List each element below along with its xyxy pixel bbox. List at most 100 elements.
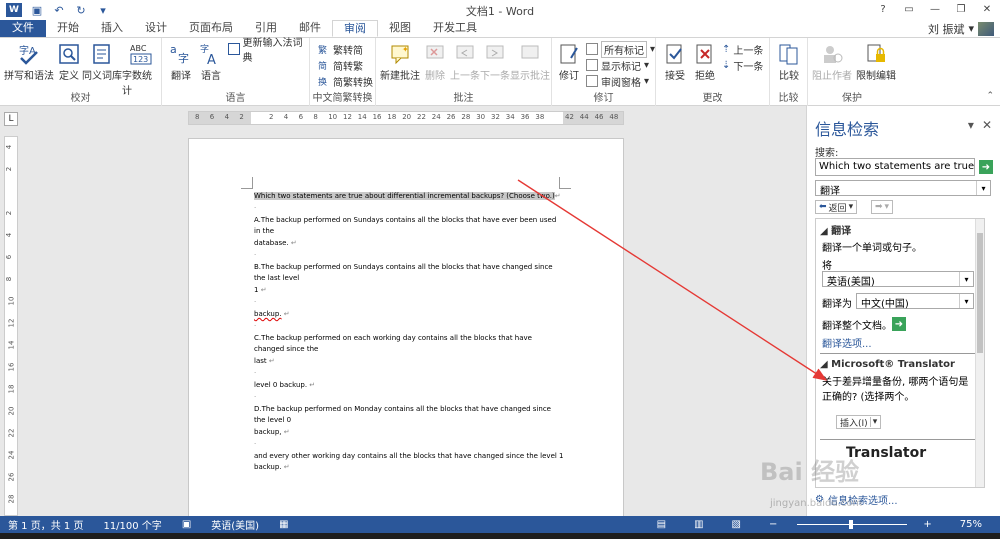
search-go-button[interactable]: ➜: [979, 160, 993, 174]
prev-comment-button[interactable]: 上一条: [450, 41, 480, 82]
minimize-icon[interactable]: —: [922, 0, 948, 18]
vruler-tick-label: 16: [7, 362, 16, 372]
tab-design[interactable]: 设计: [134, 20, 178, 37]
page-count[interactable]: 第 1 页，共 1 页: [8, 517, 83, 532]
web-layout-icon[interactable]: ▧: [732, 519, 741, 530]
svg-text:字: 字: [178, 51, 189, 65]
vruler-tick-label: 6: [5, 254, 14, 260]
status-language[interactable]: 英语(美国): [211, 517, 259, 532]
tab-insert[interactable]: 插入: [90, 20, 134, 37]
ribbon: 字A 拼写和语法 定义 同义词库 ABC 123 字数统计 校对 a字 翻译 字A…: [0, 37, 1000, 106]
markup-dropdown[interactable]: 所有标记 ▾: [586, 40, 655, 58]
zoom-level[interactable]: 75%: [960, 519, 982, 530]
from-language-select[interactable]: 英语(美国) ▾: [822, 271, 974, 288]
translation-result: 关于差异增量备份, 哪两个语句是正确的? (选择两个。: [822, 377, 969, 403]
pane-close-icon[interactable]: ✕: [982, 118, 992, 132]
accept-button[interactable]: 接受: [662, 41, 688, 82]
ruler-tick-label: 8: [313, 113, 318, 121]
svg-text:✦: ✦: [402, 45, 409, 54]
define-button[interactable]: 定义: [56, 41, 82, 82]
delete-comment-button[interactable]: 删除: [422, 41, 448, 82]
chevron-down-icon: ▾: [644, 75, 650, 87]
search-input[interactable]: Which two statements are true abo: [815, 158, 975, 176]
group-comments: ✦ 新建批注 删除 上一条 下一条 显示批注 批注: [376, 38, 552, 106]
restrict-editing-button[interactable]: 限制编辑: [856, 41, 896, 82]
help-icon[interactable]: ?: [870, 0, 896, 18]
reject-button[interactable]: 拒绝: [692, 41, 718, 82]
macro-record-icon[interactable]: ▦: [279, 519, 288, 530]
document-page[interactable]: Which two statements are true about diff…: [188, 138, 624, 516]
chevron-down-icon: ▾: [869, 417, 877, 427]
block-authors-button[interactable]: 阻止作者: [812, 41, 852, 82]
scrollbar-thumb[interactable]: [977, 233, 983, 353]
back-button[interactable]: ⬅ 返回 ▾: [815, 200, 858, 214]
proofing-status-icon[interactable]: ▣: [182, 519, 191, 530]
tab-file[interactable]: 文件: [0, 20, 46, 37]
vruler-tick-label: 10: [7, 296, 16, 306]
restore-icon[interactable]: ❐: [948, 0, 974, 18]
close-icon[interactable]: ✕: [974, 0, 1000, 18]
horizontal-ruler[interactable]: 8 6 4 2 2 4 6 8 10 12 14 16 18 20 22 24 26 28 30 32 34 36 38 42…: [188, 111, 624, 125]
show-markup-button[interactable]: 显示标记 ▾: [586, 58, 649, 73]
chevron-down-icon: ▾: [848, 202, 854, 212]
word-count[interactable]: 11/100 个字: [103, 517, 161, 532]
zoom-slider[interactable]: [797, 520, 908, 529]
service-select[interactable]: 翻译 ▾: [815, 180, 991, 197]
tab-home[interactable]: 开始: [46, 20, 90, 37]
translate-button[interactable]: a字 翻译: [168, 41, 194, 82]
show-comments-button[interactable]: 显示批注: [510, 41, 550, 82]
translate-doc-go-button[interactable]: ➜: [892, 317, 906, 331]
tab-selector[interactable]: L: [4, 112, 18, 126]
to-language-select[interactable]: 中文(中国) ▾: [856, 293, 974, 310]
simp-to-trad-button[interactable]: 简 简转繁: [318, 58, 363, 73]
customize-qa-icon[interactable]: ▾: [96, 3, 110, 17]
ribbon-display-icon[interactable]: ▭: [896, 0, 922, 18]
collapse-ribbon-icon[interactable]: ⌃: [986, 91, 994, 101]
print-layout-icon[interactable]: ▥: [694, 519, 703, 530]
reviewing-pane-icon: [586, 75, 598, 87]
section-ms-header[interactable]: ◢ Microsoft® Translator: [820, 359, 955, 370]
document-body[interactable]: Which two statements are true about diff…: [254, 191, 564, 474]
define-icon: [56, 41, 82, 67]
reviewing-pane-button[interactable]: 审阅窗格 ▾: [586, 74, 650, 89]
undo-icon[interactable]: ↶: [52, 3, 66, 17]
simp-to-trad-icon: 简: [318, 62, 328, 72]
compare-button[interactable]: 比较: [776, 41, 802, 82]
insert-button[interactable]: 插入(I) ▾: [836, 415, 882, 429]
next-change-button[interactable]: ⇣ 下一条: [722, 58, 763, 73]
user-account[interactable]: 刘 振斌 ▾: [928, 20, 994, 37]
pane-options-icon[interactable]: ▾: [968, 118, 974, 132]
save-icon[interactable]: ▣: [30, 3, 44, 17]
forward-button[interactable]: ➡ ▾: [871, 200, 894, 214]
zoom-slider-thumb[interactable]: [849, 520, 854, 529]
prev-change-button[interactable]: ⇡ 上一条: [722, 42, 763, 57]
trad-to-simp-button[interactable]: 繁 繁转简: [318, 42, 363, 57]
read-mode-icon[interactable]: ▤: [657, 519, 666, 530]
redo-icon[interactable]: ↻: [74, 3, 88, 17]
tab-developer[interactable]: 开发工具: [422, 20, 488, 37]
spelling-grammar-button[interactable]: 字A 拼写和语法: [4, 41, 54, 82]
vruler-tick-label: 12: [7, 318, 16, 328]
section-translate-header[interactable]: ◢ 翻译: [820, 222, 851, 237]
language-button[interactable]: 字A 语言: [198, 41, 224, 82]
thesaurus-icon: [89, 41, 115, 67]
block-authors-icon: [819, 41, 845, 67]
results-scrollbar[interactable]: [975, 219, 984, 487]
tab-layout[interactable]: 页面布局: [178, 20, 244, 37]
update-ime-dictionary-button[interactable]: 更新输入法词典: [228, 38, 309, 64]
track-changes-button[interactable]: 修订: [556, 41, 582, 82]
thesaurus-button[interactable]: 同义词库: [82, 41, 122, 82]
vertical-ruler[interactable]: 4 2 2 4 6 8 10 12 14 16 18 20 22 24 26 28: [4, 136, 18, 516]
zoom-out-icon[interactable]: −: [769, 519, 777, 530]
zoom-in-icon[interactable]: +: [923, 519, 931, 530]
tab-view[interactable]: 视图: [378, 20, 422, 37]
markup-icon: [586, 43, 598, 55]
next-comment-button[interactable]: 下一条: [480, 41, 510, 82]
option-c-text-end: level 0 backup.: [254, 381, 308, 389]
spelling-check-icon: 字A: [16, 41, 42, 67]
tab-review[interactable]: 审阅: [332, 20, 378, 37]
translate-options-link[interactable]: 翻译选项...: [822, 335, 872, 350]
option-b-text-end: backup.: [254, 310, 282, 318]
chinese-convert-button[interactable]: 换 简繁转换: [318, 74, 373, 89]
new-comment-button[interactable]: ✦ 新建批注: [380, 41, 420, 82]
